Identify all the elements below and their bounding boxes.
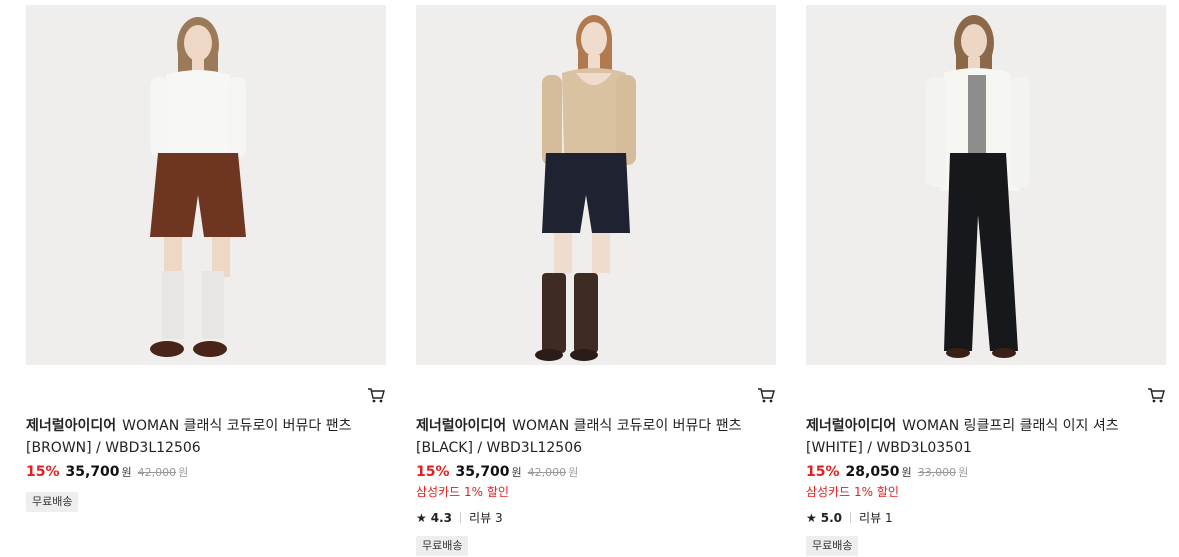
divider — [460, 512, 462, 523]
model-white-shirt-illustration — [806, 5, 1166, 365]
rating-row: ★ 5.0 리뷰 1 — [806, 510, 893, 526]
cart-icon[interactable] — [756, 385, 776, 405]
review-label: 리뷰 — [859, 511, 882, 525]
brand-name[interactable]: 제너럴아이디어 — [416, 418, 506, 434]
currency: 원 — [121, 466, 132, 479]
original-price: 33,000 — [917, 466, 957, 479]
sale-price: 28,050 — [845, 464, 900, 480]
star-icon: ★ — [806, 511, 817, 525]
price-row: 15% 35,700 원 42,000 원 — [26, 463, 188, 482]
product-image[interactable] — [416, 5, 776, 365]
review-count: 1 — [884, 511, 893, 525]
rating-value: 5.0 — [820, 511, 843, 525]
card-promotion: 삼성카드 1% 할인 — [806, 485, 899, 499]
original-price: 42,000 — [137, 466, 177, 479]
star-icon: ★ — [416, 511, 427, 525]
brand-name[interactable]: 제너럴아이디어 — [806, 418, 896, 434]
product-image[interactable] — [26, 5, 386, 365]
product-title[interactable]: 제너럴아이디어 WOMAN 클래식 코듀로이 버뮤다 팬츠 [BROWN] / W… — [26, 415, 386, 459]
original-currency: 원 — [178, 466, 189, 479]
product-image[interactable] — [806, 5, 1166, 365]
sale-price: 35,700 — [65, 464, 120, 480]
product-option: [BLACK] / WBD3L12506 — [416, 440, 583, 456]
brand-name[interactable]: 제너럴아이디어 — [26, 418, 116, 434]
model-black-shorts-illustration — [416, 5, 776, 365]
price-row: 15% 28,050 원 33,000 원 — [806, 463, 968, 482]
product-option: [WHITE] / WBD3L03501 — [806, 440, 972, 456]
free-shipping-badge: 무료배송 — [26, 492, 79, 512]
product-name[interactable]: WOMAN 링클프리 클래식 이지 셔츠 — [902, 418, 1118, 434]
discount-rate: 15% — [806, 464, 840, 480]
review-label: 리뷰 — [469, 511, 492, 525]
product-card[interactable]: 제너럴아이디어 WOMAN 링클프리 클래식 이지 셔츠 [WHITE] / WB… — [806, 5, 1166, 556]
review-count: 3 — [494, 511, 503, 525]
rating-row: ★ 4.3 리뷰 3 — [416, 510, 503, 526]
original-currency: 원 — [958, 466, 969, 479]
original-price: 42,000 — [527, 466, 567, 479]
currency: 원 — [901, 466, 912, 479]
sale-price: 35,700 — [455, 464, 510, 480]
card-promotion: 삼성카드 1% 할인 — [416, 485, 509, 499]
cart-icon[interactable] — [366, 385, 386, 405]
price-row: 15% 35,700 원 42,000 원 — [416, 463, 578, 482]
free-shipping-badge: 무료배송 — [806, 536, 859, 556]
product-option: [BROWN] / WBD3L12506 — [26, 440, 201, 456]
product-name[interactable]: WOMAN 클래식 코듀로이 버뮤다 팬츠 — [122, 418, 351, 434]
cart-icon[interactable] — [1146, 385, 1166, 405]
divider — [850, 512, 852, 523]
product-name[interactable]: WOMAN 클래식 코듀로이 버뮤다 팬츠 — [512, 418, 741, 434]
product-title[interactable]: 제너럴아이디어 WOMAN 링클프리 클래식 이지 셔츠 [WHITE] / WB… — [806, 415, 1166, 459]
discount-rate: 15% — [416, 464, 450, 480]
original-currency: 원 — [568, 466, 579, 479]
product-card[interactable]: 제너럴아이디어 WOMAN 클래식 코듀로이 버뮤다 팬츠 [BROWN] / W… — [26, 5, 386, 512]
free-shipping-badge: 무료배송 — [416, 536, 469, 556]
product-card[interactable]: 제너럴아이디어 WOMAN 클래식 코듀로이 버뮤다 팬츠 [BLACK] / W… — [416, 5, 776, 556]
model-brown-shorts-illustration — [26, 5, 386, 365]
currency: 원 — [511, 466, 522, 479]
product-title[interactable]: 제너럴아이디어 WOMAN 클래식 코듀로이 버뮤다 팬츠 [BLACK] / W… — [416, 415, 776, 459]
rating-value: 4.3 — [430, 511, 453, 525]
discount-rate: 15% — [26, 464, 60, 480]
